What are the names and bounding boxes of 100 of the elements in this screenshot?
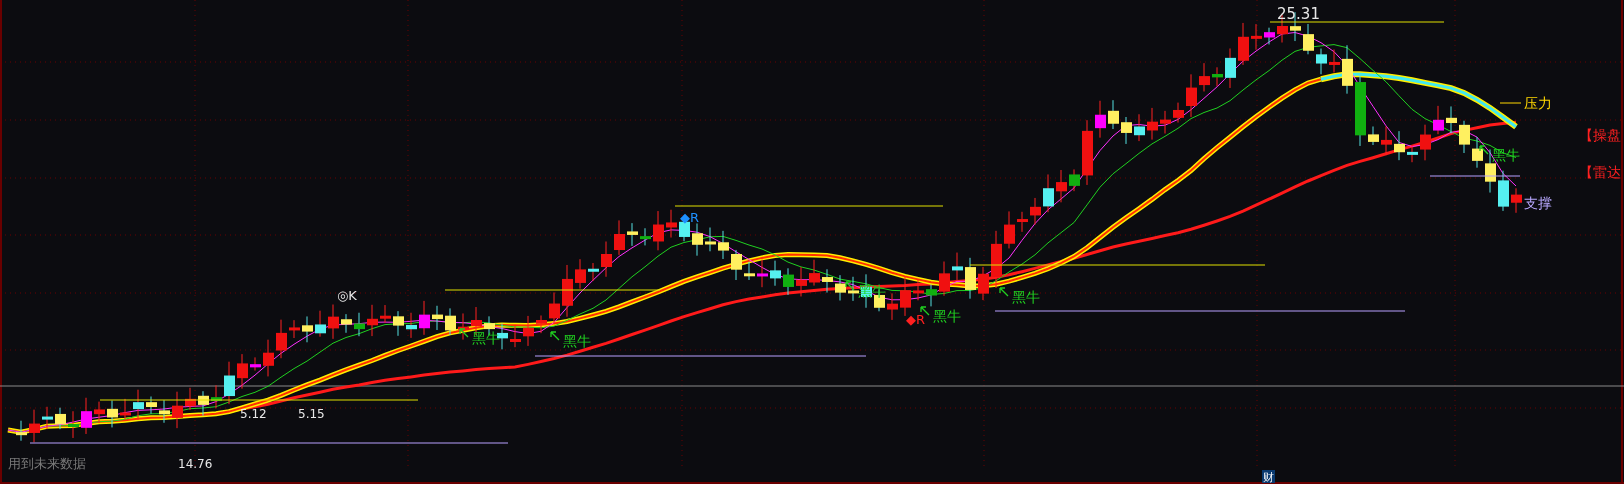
line-label: 【操盘 bbox=[1579, 127, 1621, 143]
candlestick bbox=[640, 227, 651, 246]
candlestick bbox=[1368, 125, 1379, 146]
candlestick bbox=[380, 304, 391, 324]
candlestick bbox=[1472, 136, 1483, 169]
bull-signal-label: 黑牛 bbox=[1012, 289, 1040, 305]
candlestick bbox=[107, 400, 118, 428]
candlestick bbox=[523, 315, 534, 347]
candlestick bbox=[94, 401, 105, 424]
candlestick bbox=[588, 262, 599, 282]
candlestick bbox=[1212, 66, 1223, 87]
candlestick bbox=[692, 222, 703, 257]
candlestick bbox=[445, 307, 456, 336]
candlestick bbox=[29, 409, 40, 443]
price-label: 14.76 bbox=[178, 457, 213, 471]
candlestick bbox=[1173, 102, 1184, 124]
candlestick bbox=[328, 304, 339, 340]
candlestick bbox=[55, 407, 66, 430]
candlestick bbox=[1251, 23, 1262, 51]
finance-badge[interactable]: 财 bbox=[1262, 470, 1275, 484]
candlestick bbox=[341, 313, 352, 334]
candlestick bbox=[276, 319, 287, 359]
candlestick bbox=[1095, 100, 1106, 139]
candlestick bbox=[224, 361, 235, 405]
candlestick bbox=[900, 275, 911, 317]
candlestick bbox=[965, 257, 976, 300]
candlestick bbox=[1121, 116, 1132, 145]
candlestick bbox=[809, 259, 820, 287]
candlestick bbox=[1342, 44, 1353, 95]
candlestick bbox=[1394, 130, 1405, 161]
candlestick bbox=[68, 410, 79, 439]
line-label: 支撑 bbox=[1524, 195, 1552, 211]
line-label: 【雷达 bbox=[1579, 164, 1621, 180]
candlestick bbox=[1043, 173, 1054, 213]
candlestick bbox=[1459, 120, 1470, 154]
bull-signal-label: 黑牛 bbox=[933, 308, 961, 324]
candlestick bbox=[939, 261, 950, 297]
candlestick bbox=[81, 397, 92, 435]
candlestick bbox=[731, 249, 742, 281]
candlestick bbox=[1186, 73, 1197, 118]
arrow-icon bbox=[845, 281, 855, 291]
candlestick bbox=[1511, 187, 1522, 214]
candlestick bbox=[562, 264, 573, 318]
bull-signal-label: 黑牛 bbox=[1492, 147, 1520, 163]
candlestick bbox=[549, 291, 560, 325]
candlestick bbox=[627, 222, 638, 247]
candlestick bbox=[783, 267, 794, 296]
candlestick bbox=[822, 268, 833, 294]
candlestick bbox=[432, 305, 443, 331]
candlestick bbox=[1238, 22, 1249, 66]
price-label: 25.31 bbox=[1277, 5, 1320, 23]
candlestick bbox=[393, 310, 404, 337]
candlestick bbox=[120, 398, 131, 421]
candlestick bbox=[1082, 119, 1093, 186]
candlestick bbox=[978, 266, 989, 301]
candlestick bbox=[536, 314, 547, 334]
candlestick bbox=[419, 300, 430, 336]
candlestick bbox=[1446, 105, 1457, 134]
price-label: 5.15 bbox=[298, 407, 325, 421]
candlestick bbox=[42, 406, 53, 430]
candlestick bbox=[1160, 110, 1171, 135]
candlestick bbox=[1134, 113, 1145, 142]
candlestick bbox=[458, 312, 469, 341]
candlestick bbox=[991, 230, 1002, 289]
arrow-icon bbox=[920, 306, 930, 316]
candlestick bbox=[1498, 170, 1509, 212]
candlestick bbox=[952, 252, 963, 282]
candlestick bbox=[198, 390, 209, 417]
candlestick bbox=[1264, 27, 1275, 45]
candlestick bbox=[406, 312, 417, 339]
candlestick bbox=[133, 389, 144, 421]
candlestick bbox=[263, 339, 274, 377]
candlestick bbox=[718, 230, 729, 260]
candlestick bbox=[848, 276, 859, 302]
candlestick bbox=[211, 384, 222, 409]
candlestick bbox=[926, 284, 937, 307]
candlestick bbox=[575, 258, 586, 290]
candlestick bbox=[16, 420, 27, 442]
candlestick bbox=[1017, 211, 1028, 233]
arrow-icon bbox=[459, 328, 469, 338]
candlestick bbox=[705, 227, 716, 252]
candlestick bbox=[757, 259, 768, 288]
candlestick bbox=[614, 219, 625, 256]
candlestick bbox=[1420, 124, 1431, 161]
candlestick bbox=[172, 391, 183, 429]
candlestick bbox=[796, 266, 807, 297]
candlestick bbox=[1225, 47, 1236, 89]
candlestick bbox=[510, 324, 521, 348]
candlestick bbox=[1381, 125, 1392, 156]
signal-label: ◎K bbox=[337, 288, 357, 303]
arrow-icon bbox=[550, 331, 560, 341]
signal-label: ◆R bbox=[680, 210, 700, 225]
candlestick bbox=[367, 304, 378, 337]
candlestick bbox=[1316, 48, 1327, 75]
bull-signal-label: 黑牛 bbox=[563, 333, 591, 349]
candlestick bbox=[1030, 197, 1041, 226]
candlestick bbox=[744, 261, 755, 281]
candlestick bbox=[289, 319, 300, 339]
warning-note: 用到未来数据 bbox=[8, 456, 86, 471]
signal-label: ◆R bbox=[906, 312, 926, 327]
